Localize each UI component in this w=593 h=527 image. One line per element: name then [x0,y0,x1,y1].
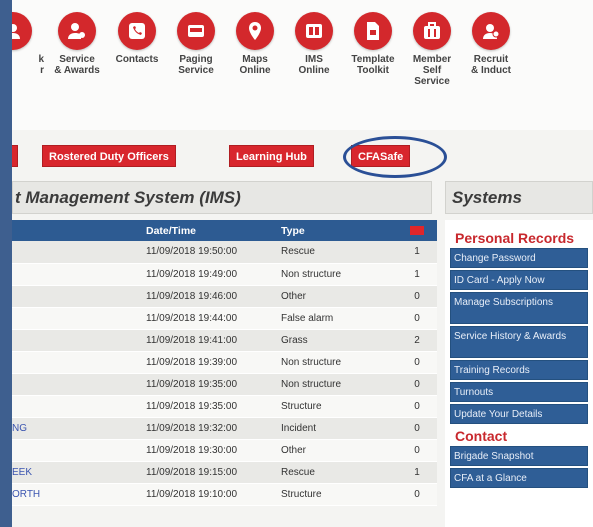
incident-table: Date/Time Type 11/09/2018 19:50:00 Rescue… [12,220,437,506]
contact-heading: Contact [455,428,508,444]
column-header-type[interactable]: Type [275,220,397,241]
column-header-name [12,220,140,241]
type-cell: False alarm [275,307,397,330]
incident-name-cell[interactable] [12,351,140,374]
date-cell: 11/09/2018 19:32:00 [140,417,275,440]
count-cell: 0 [397,483,437,506]
table-row[interactable]: 11/09/2018 19:50:00 Rescue 1 [12,241,437,264]
incident-name-cell[interactable] [12,395,140,418]
table-row[interactable]: 11/09/2018 19:49:00 Non structure 1 [12,263,437,286]
systems-link[interactable]: Change Password [450,248,588,268]
type-cell: Structure [275,483,397,506]
type-cell: Non structure [275,263,397,286]
incident-name-cell[interactable] [12,307,140,330]
systems-link[interactable]: Training Records [450,360,588,380]
table-row[interactable]: EEK 11/09/2018 19:15:00 Rescue 1 [12,461,437,484]
incident-name-cell[interactable] [12,263,140,286]
user-icon [12,12,32,50]
systems-link[interactable]: Manage Subscriptions [450,292,588,324]
incident-name-cell[interactable]: EEK [12,461,140,484]
type-cell: Non structure [275,373,397,396]
document-icon [354,12,392,50]
count-cell: 2 [397,329,437,352]
table-row[interactable]: NG 11/09/2018 19:32:00 Incident 0 [12,417,437,440]
contact-link[interactable]: CFA at a Glance [450,468,588,488]
type-cell: Structure [275,395,397,418]
phone-icon [118,12,156,50]
page-title: t Management System (IMS) [12,181,432,214]
systems-sidebar: Personal Records Change Password ID Card … [445,220,593,527]
type-cell: Incident [275,417,397,440]
type-cell: Rescue [275,461,397,484]
date-cell: 11/09/2018 19:35:00 [140,395,275,418]
table-row[interactable]: 11/09/2018 19:35:00 Non structure 0 [12,373,437,396]
count-cell: 0 [397,417,437,440]
recruit-induct-label: Recruit & Induct [471,54,511,76]
date-cell: 11/09/2018 19:44:00 [140,307,275,330]
contact-link[interactable]: Brigade Snapshot [450,446,588,466]
date-cell: 11/09/2018 19:15:00 [140,461,275,484]
recruit-induct-link[interactable]: Recruit & Induct [456,12,526,76]
type-cell: Other [275,285,397,308]
incident-name-cell[interactable] [12,439,140,462]
date-cell: 11/09/2018 19:30:00 [140,439,275,462]
learning-hub-button[interactable]: Learning Hub [229,145,314,167]
flag-icon [410,225,424,235]
incident-name-cell[interactable] [12,241,140,264]
systems-link[interactable]: Service History & Awards [450,326,588,358]
table-row[interactable]: 11/09/2018 19:30:00 Other 0 [12,439,437,462]
count-cell: 0 [397,373,437,396]
date-cell: 11/09/2018 19:46:00 [140,285,275,308]
incident-name-cell[interactable]: NG [12,417,140,440]
count-cell: 0 [397,307,437,330]
date-cell: 11/09/2018 19:50:00 [140,241,275,264]
count-cell: 1 [397,461,437,484]
map-pin-icon [236,12,274,50]
type-cell: Other [275,439,397,462]
type-cell: Rescue [275,241,397,264]
browser-frame: k r Service & Awards Contacts Paging Ser… [12,0,593,527]
ims-icon [295,12,333,50]
incident-name-cell[interactable]: ORTH [12,483,140,506]
quick-links-row: Rostered Duty Officers Learning Hub CFAS… [12,143,593,169]
systems-link[interactable]: Turnouts [450,382,588,402]
count-cell: 1 [397,241,437,264]
highlight-ring [343,136,447,178]
partial-button[interactable] [12,145,18,167]
count-cell: 0 [397,351,437,374]
table-header-row: Date/Time Type [12,220,437,241]
systems-link[interactable]: ID Card - Apply Now [450,270,588,290]
systems-title: Systems [445,181,593,214]
date-cell: 11/09/2018 19:39:00 [140,351,275,374]
table-row[interactable]: 11/09/2018 19:39:00 Non structure 0 [12,351,437,374]
date-cell: 11/09/2018 19:41:00 [140,329,275,352]
icon-bar: k r Service & Awards Contacts Paging Ser… [12,0,593,130]
column-header-date[interactable]: Date/Time [140,220,275,241]
count-cell: 0 [397,395,437,418]
table-row[interactable]: 11/09/2018 19:35:00 Structure 0 [12,395,437,418]
type-cell: Non structure [275,351,397,374]
table-row[interactable]: ORTH 11/09/2018 19:10:00 Structure 0 [12,483,437,506]
date-cell: 11/09/2018 19:10:00 [140,483,275,506]
recruit-icon [472,12,510,50]
incident-name-cell[interactable] [12,285,140,308]
incident-name-cell[interactable] [12,329,140,352]
table-row[interactable]: 11/09/2018 19:41:00 Grass 2 [12,329,437,352]
rostered-duty-officers-button[interactable]: Rostered Duty Officers [42,145,176,167]
type-cell: Grass [275,329,397,352]
count-cell: 0 [397,285,437,308]
table-row[interactable]: 11/09/2018 19:46:00 Other 0 [12,285,437,308]
column-header-count [397,220,437,241]
briefcase-icon [413,12,451,50]
date-cell: 11/09/2018 19:49:00 [140,263,275,286]
pager-icon [177,12,215,50]
service-awards-icon [58,12,96,50]
count-cell: 1 [397,263,437,286]
incident-name-cell[interactable] [12,373,140,396]
count-cell: 0 [397,439,437,462]
systems-link[interactable]: Update Your Details [450,404,588,424]
date-cell: 11/09/2018 19:35:00 [140,373,275,396]
personal-records-heading: Personal Records [455,230,575,246]
table-row[interactable]: 11/09/2018 19:44:00 False alarm 0 [12,307,437,330]
